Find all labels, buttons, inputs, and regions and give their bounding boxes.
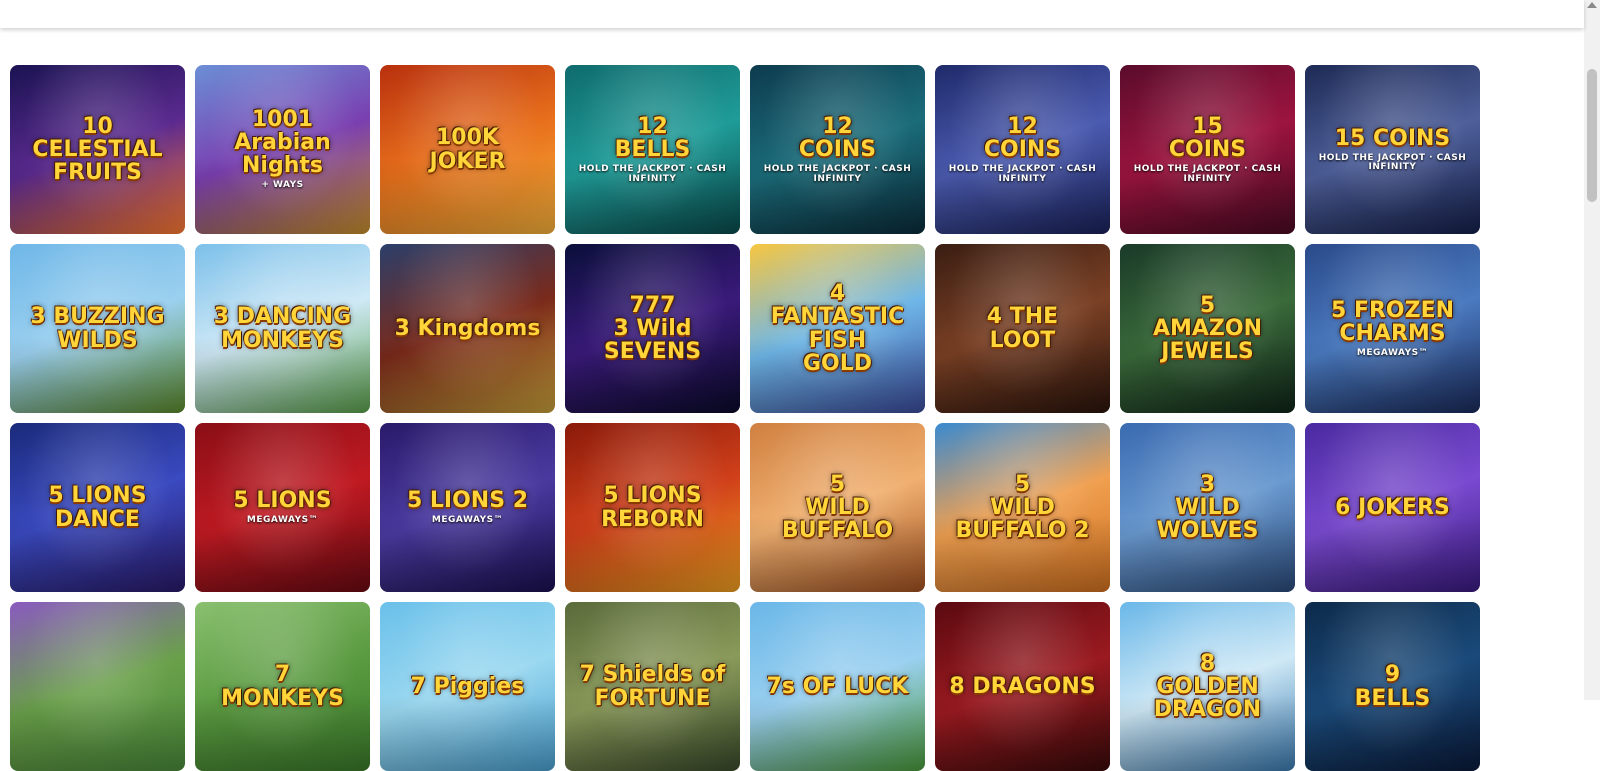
game-title: 6 JOKERS bbox=[1335, 494, 1450, 520]
game-tile[interactable]: 4 THE LOOT bbox=[935, 244, 1110, 413]
game-subtitle: MEGAWAYS™ bbox=[246, 515, 319, 526]
game-tile[interactable] bbox=[10, 602, 185, 771]
game-tile[interactable]: 5 LIONS DANCE bbox=[10, 423, 185, 592]
game-title: 5 FROZEN CHARMS MEGAWAYS™ bbox=[1330, 297, 1455, 358]
game-subtitle: HOLD THE JACKPOT · CASH INFINITY bbox=[763, 164, 912, 184]
game-tile[interactable]: 9 BELLS bbox=[1305, 602, 1480, 771]
game-title: 3 WILD WOLVES bbox=[1156, 471, 1259, 544]
game-tile[interactable]: 8 DRAGONS bbox=[935, 602, 1110, 771]
game-tile[interactable]: 3 DANCING MONKEYS bbox=[195, 244, 370, 413]
game-title: 12 COINS HOLD THE JACKPOT · CASH INFINITY bbox=[935, 115, 1110, 184]
game-title: 5 AMAZON JEWELS bbox=[1152, 292, 1262, 365]
game-title: 5 LIONS DANCE bbox=[48, 483, 147, 532]
game-tile[interactable]: 3 BUZZING WILDS bbox=[10, 244, 185, 413]
game-title: 8 DRAGONS bbox=[949, 673, 1096, 699]
game-title: 7 Shields of FORTUNE bbox=[579, 662, 726, 711]
game-grid: 10 CELESTIAL FRUITS 1001 Arabian Nights + … bbox=[10, 65, 1480, 771]
game-tile[interactable]: 5 LIONS REBORN bbox=[565, 423, 740, 592]
game-tile[interactable]: 5 WILD BUFFALO 2 bbox=[935, 423, 1110, 592]
game-title: 5 LIONS MEGAWAYS™ bbox=[233, 488, 332, 526]
game-title: 15 COINS HOLD THE JACKPOT · CASH INFINITY bbox=[1120, 115, 1295, 184]
game-subtitle: HOLD THE JACKPOT · CASH INFINITY bbox=[1318, 152, 1467, 173]
game-title: 7s OF LUCK bbox=[766, 673, 909, 699]
game-title: 12 COINS HOLD THE JACKPOT · CASH INFINITY bbox=[750, 115, 925, 184]
game-title: 3 BUZZING WILDS bbox=[30, 304, 165, 353]
game-tile[interactable]: 7 Shields of FORTUNE bbox=[565, 602, 740, 771]
game-title: 4 THE LOOT bbox=[986, 304, 1059, 353]
game-subtitle: MEGAWAYS™ bbox=[1356, 347, 1429, 358]
game-tile[interactable]: 1001 Arabian Nights + WAYS bbox=[195, 65, 370, 234]
game-tile[interactable]: 7 MONKEYS bbox=[195, 602, 370, 771]
game-subtitle: + WAYS bbox=[261, 180, 304, 191]
game-title: 9 BELLS bbox=[1354, 662, 1431, 711]
game-title: 777 3 Wild SEVENS bbox=[603, 292, 702, 365]
game-tile[interactable]: 12 BELLS HOLD THE JACKPOT · CASH INFINITY bbox=[565, 65, 740, 234]
game-tile[interactable]: 777 3 Wild SEVENS bbox=[565, 244, 740, 413]
game-tile[interactable]: 15 COINS HOLD THE JACKPOT · CASH INFINITY bbox=[1120, 65, 1295, 234]
game-title: 5 LIONS REBORN bbox=[601, 483, 704, 532]
scrollbar[interactable] bbox=[1584, 0, 1600, 700]
game-title: 7 MONKEYS bbox=[221, 662, 344, 711]
game-tile[interactable]: 7 Piggies bbox=[380, 602, 555, 771]
game-tile[interactable]: 5 WILD BUFFALO bbox=[750, 423, 925, 592]
game-title: 10 CELESTIAL FRUITS bbox=[32, 113, 163, 186]
game-title: 7 Piggies bbox=[410, 673, 525, 699]
scrollbar-thumb[interactable] bbox=[1587, 69, 1597, 202]
game-tile[interactable]: 3 Kingdoms bbox=[380, 244, 555, 413]
game-title: 15 COINS HOLD THE JACKPOT · CASH INFINITY bbox=[1305, 126, 1480, 173]
game-tile[interactable]: 100K JOKER bbox=[380, 65, 555, 234]
game-tile[interactable]: 10 CELESTIAL FRUITS bbox=[10, 65, 185, 234]
game-title: 12 BELLS HOLD THE JACKPOT · CASH INFINITY bbox=[565, 115, 740, 184]
game-title: 3 DANCING MONKEYS bbox=[213, 304, 352, 353]
game-title: 3 Kingdoms bbox=[394, 315, 541, 341]
game-title: 1001 Arabian Nights + WAYS bbox=[234, 107, 331, 191]
top-bar bbox=[0, 0, 1584, 28]
game-tile[interactable]: 4 FANTASTIC FISH GOLD bbox=[750, 244, 925, 413]
game-subtitle: HOLD THE JACKPOT · CASH INFINITY bbox=[948, 164, 1097, 184]
game-tile[interactable]: 7s OF LUCK bbox=[750, 602, 925, 771]
game-tile[interactable]: 12 COINS HOLD THE JACKPOT · CASH INFINITY bbox=[750, 65, 925, 234]
scroll-up-arrow-icon[interactable] bbox=[1587, 2, 1597, 8]
game-tile[interactable]: 3 WILD WOLVES bbox=[1120, 423, 1295, 592]
game-title: 4 FANTASTIC FISH GOLD bbox=[770, 281, 905, 376]
game-title: 5 LIONS 2 MEGAWAYS™ bbox=[406, 488, 529, 526]
game-subtitle: MEGAWAYS™ bbox=[431, 515, 504, 526]
game-tile[interactable]: 5 FROZEN CHARMS MEGAWAYS™ bbox=[1305, 244, 1480, 413]
game-tile[interactable]: 12 COINS HOLD THE JACKPOT · CASH INFINITY bbox=[935, 65, 1110, 234]
game-tile[interactable]: 8 GOLDEN DRAGON bbox=[1120, 602, 1295, 771]
game-tile[interactable]: 5 LIONS 2 MEGAWAYS™ bbox=[380, 423, 555, 592]
game-title: 5 WILD BUFFALO 2 bbox=[955, 471, 1090, 544]
game-title: 5 WILD BUFFALO bbox=[781, 471, 894, 544]
game-title: 100K JOKER bbox=[429, 125, 506, 174]
game-title: 8 GOLDEN DRAGON bbox=[1153, 650, 1262, 723]
game-tile[interactable]: 5 LIONS MEGAWAYS™ bbox=[195, 423, 370, 592]
game-subtitle: HOLD THE JACKPOT · CASH INFINITY bbox=[1133, 164, 1282, 184]
game-subtitle: HOLD THE JACKPOT · CASH INFINITY bbox=[578, 164, 727, 184]
game-tile[interactable]: 15 COINS HOLD THE JACKPOT · CASH INFINITY bbox=[1305, 65, 1480, 234]
game-tile[interactable]: 5 AMAZON JEWELS bbox=[1120, 244, 1295, 413]
game-tile[interactable]: 6 JOKERS bbox=[1305, 423, 1480, 592]
